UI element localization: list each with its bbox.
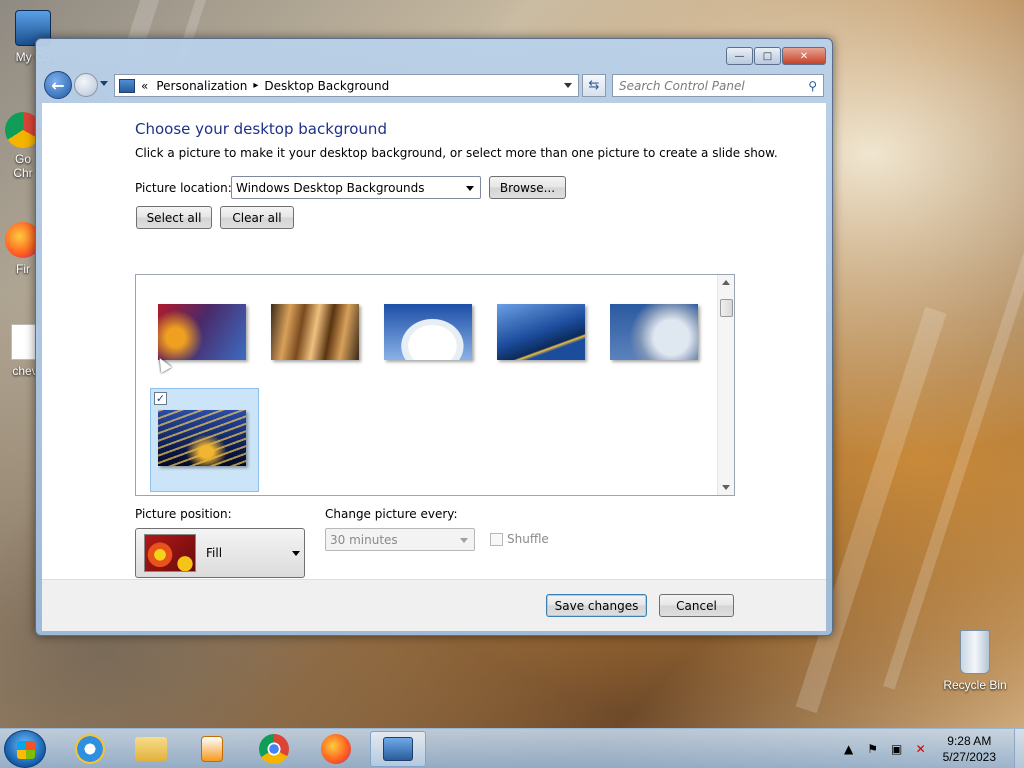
- arrow-left-icon: ←: [51, 75, 65, 95]
- thumbnail-metal-folds[interactable]: [271, 304, 359, 360]
- thumbnail-dotted-dome[interactable]: [610, 304, 698, 360]
- show-hidden-icons-icon[interactable]: ▲: [841, 741, 857, 757]
- scrollbar-thumb[interactable]: [720, 299, 733, 317]
- picture-gallery[interactable]: ✓: [135, 274, 735, 496]
- maximize-button[interactable]: □: [754, 47, 781, 65]
- show-desktop-button[interactable]: [1014, 729, 1024, 768]
- picture-position-label: Picture position:: [135, 507, 232, 521]
- recent-pages-dropdown[interactable]: [100, 81, 108, 86]
- picture-position-select[interactable]: Fill: [135, 528, 305, 578]
- dialog-footer: Save changes Cancel: [42, 579, 826, 631]
- chevron-down-icon: [292, 551, 300, 556]
- clear-all-button[interactable]: Clear all: [220, 206, 294, 229]
- thumbnail-checkbox[interactable]: ✓: [154, 392, 167, 405]
- network-icon[interactable]: ▣: [889, 741, 905, 757]
- system-tray: ▲ ⚑ ▣ ✕ 9:28 AM 5/27/2023: [837, 729, 1024, 768]
- breadcrumb-personalization[interactable]: Personalization: [156, 79, 247, 93]
- chevron-down-icon: [460, 537, 468, 543]
- shuffle-checkbox[interactable]: Shuffle: [490, 532, 549, 546]
- thumbnail-tower[interactable]: [158, 304, 246, 360]
- volume-muted-icon[interactable]: ✕: [913, 741, 929, 757]
- select-all-button[interactable]: Select all: [136, 206, 212, 229]
- minimize-button[interactable]: —: [726, 47, 753, 65]
- chevron-down-icon: [466, 185, 474, 191]
- taskbar-internet-explorer[interactable]: [62, 731, 118, 767]
- forward-button[interactable]: [74, 73, 98, 97]
- refresh-icon: ⇆: [588, 78, 600, 93]
- control-panel-icon: [383, 737, 413, 761]
- flower-preview-icon: [144, 534, 196, 572]
- desktop-icon-label: Fir: [16, 262, 30, 276]
- picture-location-select[interactable]: Windows Desktop Backgrounds: [231, 176, 481, 199]
- picture-location-label: Picture location:: [135, 181, 232, 195]
- search-placeholder: Search Control Panel: [619, 78, 745, 93]
- desktop-background-window: — □ ✕ ← « Personalization ▸ Desktop Back…: [35, 38, 833, 636]
- page-description: Click a picture to make it your desktop …: [135, 146, 778, 160]
- scroll-down-icon[interactable]: [722, 485, 730, 490]
- gallery-scrollbar[interactable]: [717, 275, 734, 495]
- control-panel-icon: [119, 78, 135, 93]
- change-picture-label: Change picture every:: [325, 507, 458, 521]
- cancel-button[interactable]: Cancel: [659, 594, 734, 617]
- desktop-icon-label: Go Chr: [13, 152, 33, 180]
- address-bar[interactable]: « Personalization ▸ Desktop Background: [114, 74, 579, 97]
- taskbar-control-panel[interactable]: [370, 731, 426, 767]
- thumbnail-blue-structure[interactable]: [497, 304, 585, 360]
- address-dropdown-icon[interactable]: [564, 83, 572, 88]
- recycle-bin-icon: [960, 630, 990, 674]
- breadcrumb-desktop-background[interactable]: Desktop Background: [264, 79, 389, 93]
- breadcrumb-separator-icon[interactable]: ▸: [253, 80, 258, 91]
- shuffle-label: Shuffle: [507, 532, 549, 546]
- start-button[interactable]: [4, 730, 46, 768]
- search-input[interactable]: Search Control Panel ⚲: [612, 74, 824, 97]
- windows-logo-icon: [17, 741, 35, 759]
- thumbnail-white-building[interactable]: [384, 304, 472, 360]
- refresh-button[interactable]: ⇆: [582, 74, 606, 97]
- change-picture-select[interactable]: 30 minutes: [325, 528, 475, 551]
- desktop-icon-recycle-bin[interactable]: Recycle Bin: [940, 630, 1010, 692]
- navigation-bar: ← « Personalization ▸ Desktop Background…: [44, 71, 824, 99]
- close-button[interactable]: ✕: [782, 47, 826, 65]
- content-pane: Choose your desktop background Click a p…: [42, 103, 826, 579]
- clock[interactable]: 9:28 AM 5/27/2023: [943, 733, 996, 765]
- taskbar-firefox[interactable]: [308, 731, 364, 767]
- taskbar-windows-explorer[interactable]: [123, 731, 179, 767]
- shuffle-checkbox-box[interactable]: [490, 532, 503, 546]
- desktop-icon-label: chev: [12, 364, 38, 378]
- page-title: Choose your desktop background: [135, 120, 387, 138]
- media-player-icon: [201, 736, 223, 762]
- taskbar-media-player[interactable]: [184, 731, 240, 767]
- browse-button[interactable]: Browse...: [489, 176, 566, 199]
- picture-position-value: Fill: [206, 546, 223, 560]
- chrome-icon: [259, 734, 289, 764]
- taskbar: ▲ ⚑ ▣ ✕ 9:28 AM 5/27/2023: [0, 728, 1024, 768]
- desktop-icon-label: Recycle Bin: [943, 678, 1007, 692]
- thumbnail-night-arches-tile[interactable]: ✓: [150, 388, 259, 492]
- clock-date: 5/27/2023: [942, 750, 996, 764]
- scroll-up-icon[interactable]: [722, 280, 730, 285]
- clock-time: 9:28 AM: [947, 734, 992, 748]
- breadcrumb-prefix[interactable]: «: [141, 79, 148, 93]
- caption-buttons: — □ ✕: [726, 47, 826, 65]
- folder-icon: [135, 737, 167, 761]
- internet-explorer-icon: [75, 734, 105, 764]
- back-button[interactable]: ←: [44, 71, 72, 99]
- thumbnail-night-arches[interactable]: [158, 410, 246, 466]
- save-changes-button[interactable]: Save changes: [546, 594, 647, 617]
- taskbar-chrome[interactable]: [246, 731, 302, 767]
- picture-location-value: Windows Desktop Backgrounds: [236, 180, 425, 195]
- search-icon[interactable]: ⚲: [808, 79, 817, 93]
- firefox-icon: [321, 734, 351, 764]
- action-center-flag-icon[interactable]: ⚑: [865, 741, 881, 757]
- change-picture-value: 30 minutes: [330, 532, 398, 547]
